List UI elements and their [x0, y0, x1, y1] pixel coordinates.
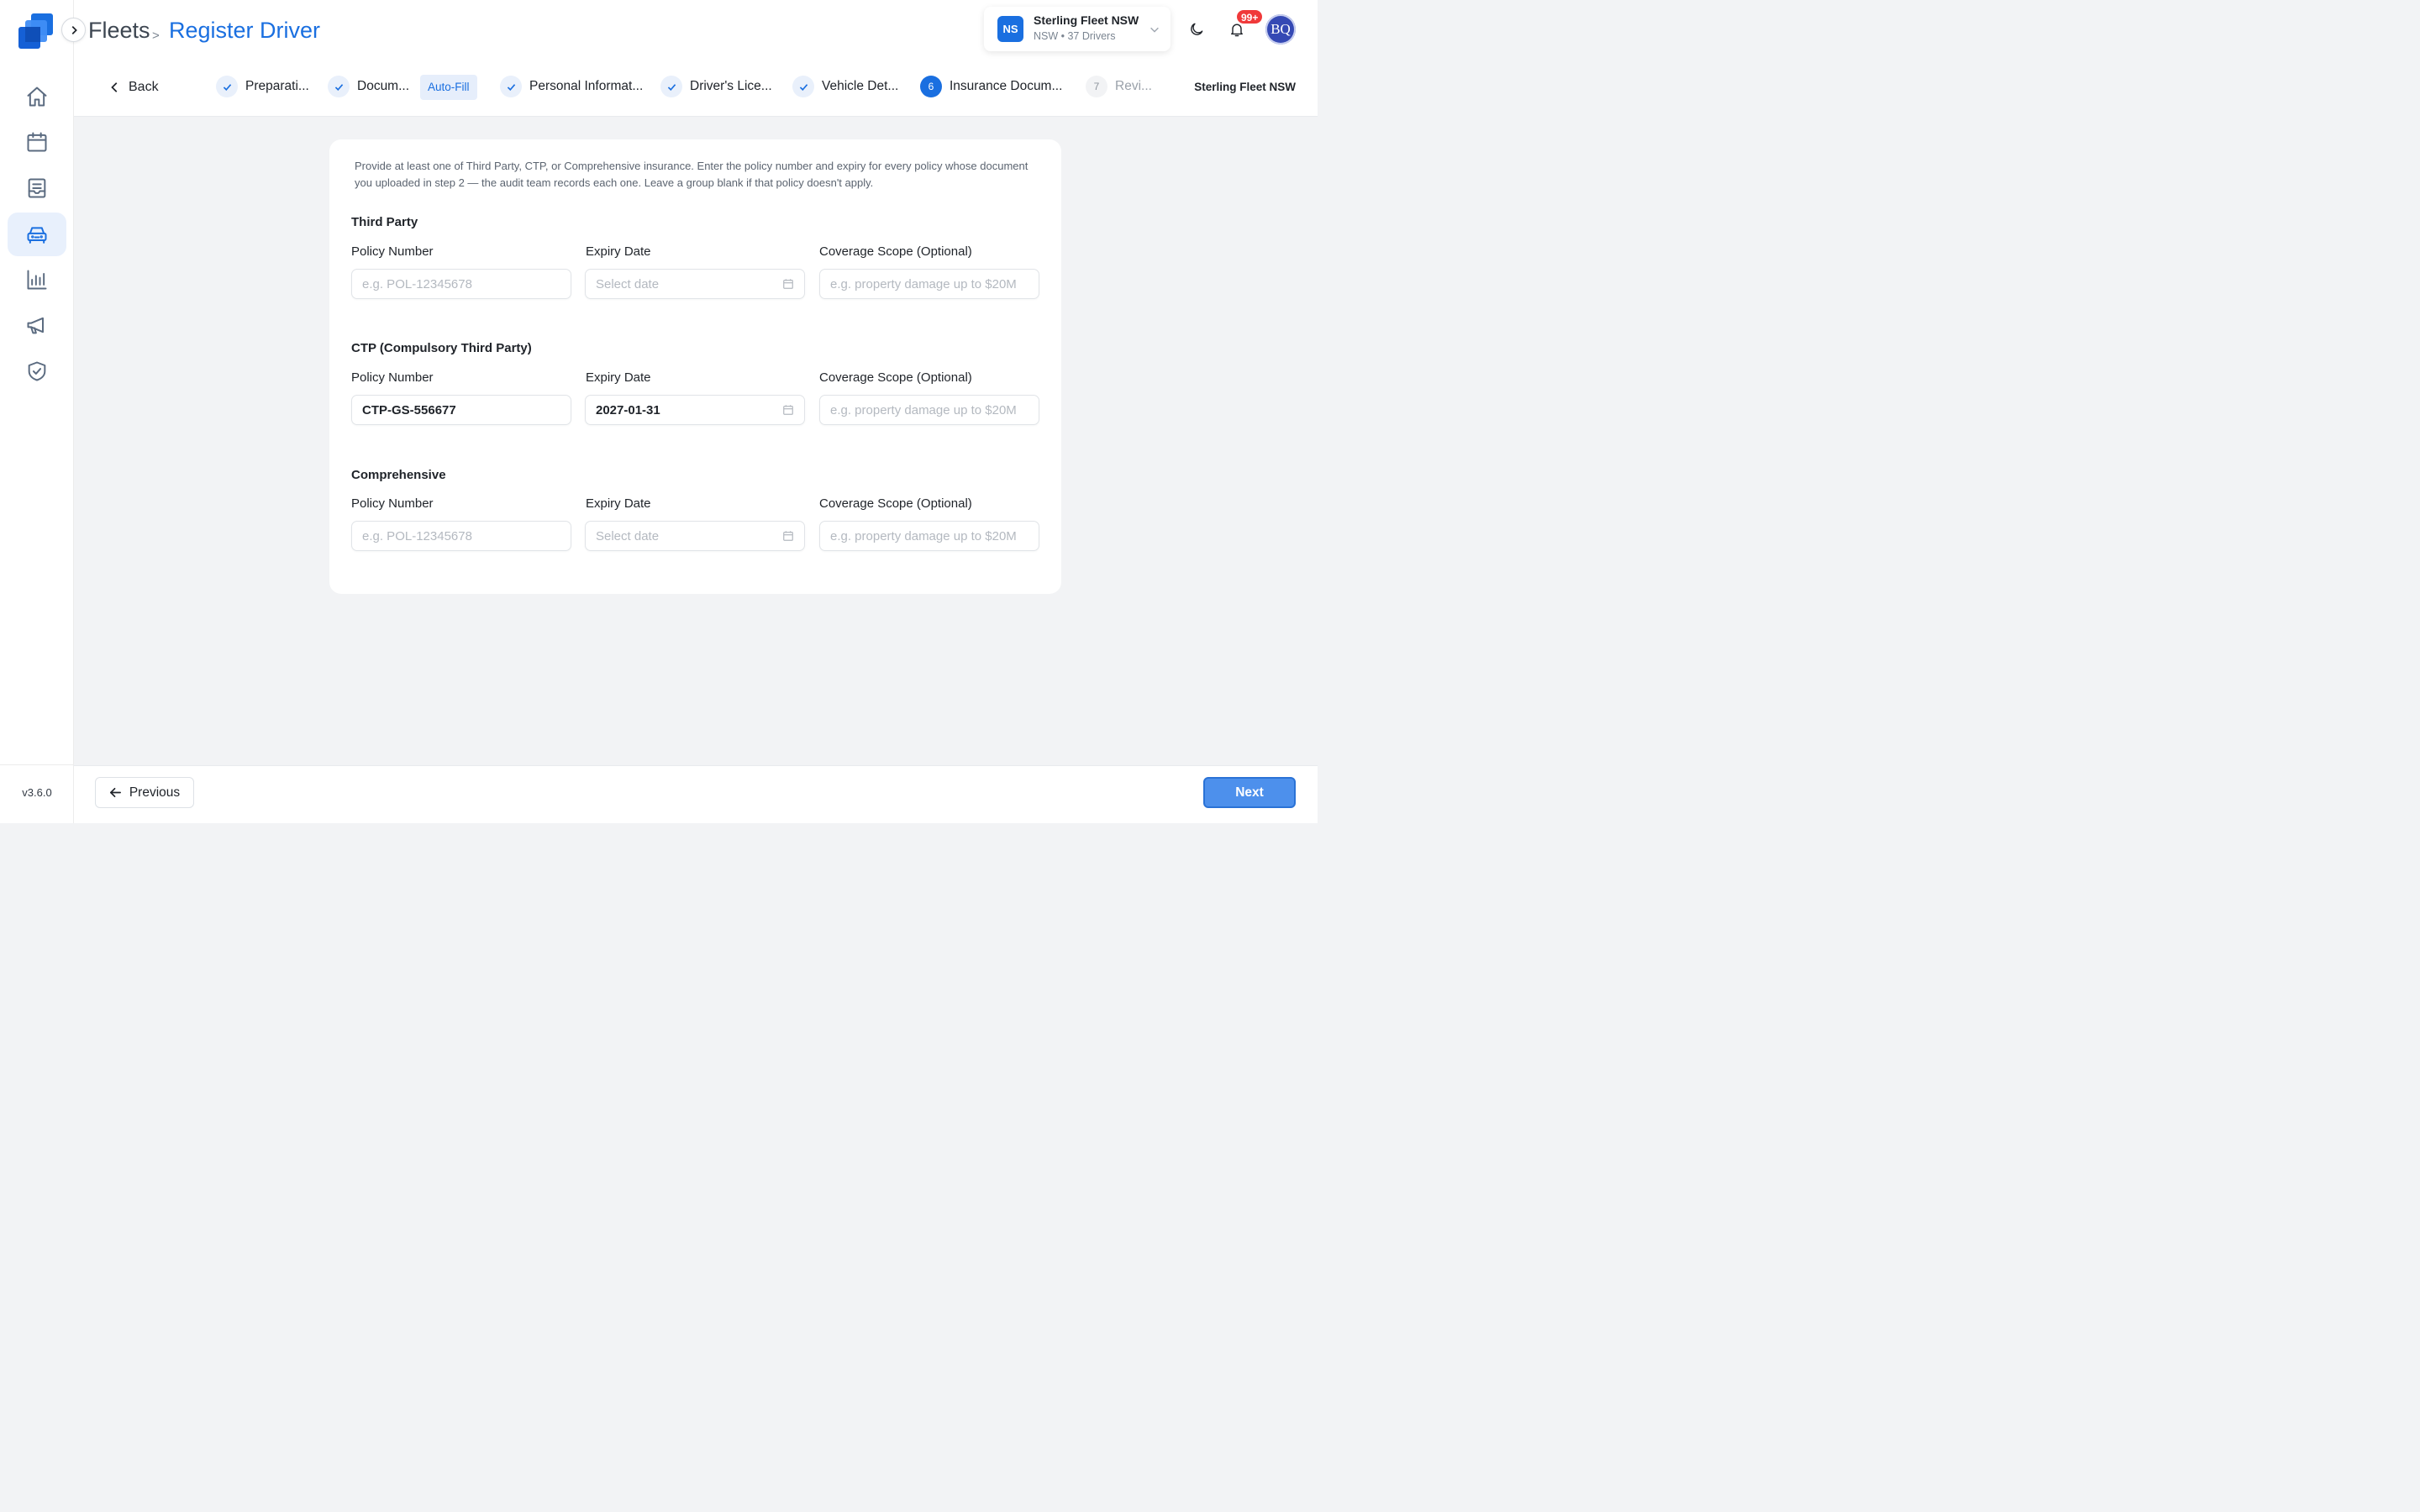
previous-label: Previous — [129, 785, 181, 800]
fleet-avatar: NS — [997, 16, 1023, 42]
breadcrumb-fleets[interactable]: Fleets — [88, 15, 150, 45]
coverage-scope-label: Coverage Scope (Optional) — [819, 496, 972, 511]
page-title: Register Driver — [169, 18, 321, 43]
sidebar-divider — [0, 764, 74, 765]
policy-number-label: Policy Number — [351, 496, 434, 511]
fleet-switcher[interactable]: NS Sterling Fleet NSW NSW • 37 Drivers — [984, 7, 1171, 51]
ctp-expiry-date-input[interactable] — [585, 395, 805, 425]
group-title-comprehensive: Comprehensive — [351, 468, 446, 482]
arrow-left-icon — [109, 787, 121, 798]
sidebar-toggle-button[interactable] — [61, 18, 86, 42]
fleet-subtitle: NSW • 37 Drivers — [1034, 30, 1116, 42]
back-button[interactable]: Back — [109, 80, 159, 95]
ctp-coverage-scope-input[interactable] — [819, 395, 1039, 425]
user-avatar[interactable]: BQ — [1265, 14, 1296, 45]
insurance-form-card: Provide at least one of Third Party, CTP… — [329, 139, 1061, 594]
ctp-expiry-date-picker[interactable] — [585, 395, 805, 425]
step-personal-information[interactable]: Personal Informat... — [500, 75, 643, 98]
comprehensive-coverage-scope-input[interactable] — [819, 521, 1039, 551]
home-icon — [27, 87, 47, 107]
step-number: 7 — [1086, 76, 1107, 97]
comprehensive-policy-number-input[interactable] — [351, 521, 571, 551]
chevron-down-icon — [1150, 27, 1159, 33]
expiry-date-label: Expiry Date — [586, 244, 651, 259]
bar-chart-icon — [27, 270, 47, 290]
expiry-date-label: Expiry Date — [586, 370, 651, 385]
stepper-bar: Back Preparati... Docum... Auto-Fill Per… — [74, 64, 1318, 117]
next-button[interactable]: Next — [1203, 777, 1296, 808]
moon-icon — [1191, 23, 1203, 35]
app-logo[interactable] — [16, 12, 56, 52]
nav-calendar[interactable] — [8, 120, 66, 164]
auto-fill-button[interactable]: Auto-Fill — [420, 75, 477, 100]
third-party-expiry-date-picker[interactable] — [585, 269, 805, 299]
nav-announcements[interactable] — [8, 303, 66, 347]
step-number: 6 — [920, 76, 942, 97]
step-label: Insurance Docum... — [950, 79, 1063, 93]
step-label: Driver's Lice... — [690, 79, 772, 93]
top-bar: Fleets > Register Driver NS Sterling Fle… — [74, 0, 1318, 64]
step-label: Personal Informat... — [529, 79, 644, 93]
nav-fleets[interactable] — [8, 213, 66, 256]
policy-number-label: Policy Number — [351, 244, 434, 259]
coverage-scope-label: Coverage Scope (Optional) — [819, 244, 972, 259]
car-icon — [27, 227, 47, 244]
check-icon — [792, 76, 814, 97]
group-title-ctp: CTP (Compulsory Third Party) — [351, 341, 532, 355]
app-version: v3.6.0 — [22, 786, 52, 799]
comprehensive-expiry-date-input[interactable] — [585, 521, 805, 551]
step-label: Revi... — [1115, 79, 1152, 93]
nav-home[interactable] — [8, 75, 66, 118]
nav-compliance[interactable] — [8, 349, 66, 393]
check-icon — [216, 76, 238, 97]
ctp-policy-number-input[interactable] — [351, 395, 571, 425]
sidebar: v3.6.0 — [0, 0, 74, 823]
form-footer: Previous Next — [74, 765, 1318, 823]
notification-badge: 99+ — [1236, 9, 1264, 24]
calendar-icon — [27, 132, 47, 152]
step-label: Vehicle Det... — [822, 79, 899, 93]
step-drivers-licence[interactable]: Driver's Lice... — [660, 75, 772, 98]
check-icon — [328, 76, 350, 97]
stepper-fleet-name: Sterling Fleet NSW — [1194, 81, 1296, 93]
step-preparation[interactable]: Preparati... — [216, 75, 309, 98]
third-party-policy-number-input[interactable] — [351, 269, 571, 299]
fleet-name: Sterling Fleet NSW — [1034, 13, 1139, 27]
step-label: Preparati... — [245, 79, 309, 93]
back-label: Back — [129, 80, 159, 94]
coverage-scope-label: Coverage Scope (Optional) — [819, 370, 972, 385]
step-label: Docum... — [357, 79, 410, 93]
third-party-expiry-date-input[interactable] — [585, 269, 805, 299]
shield-check-icon — [28, 361, 46, 381]
document-tray-icon — [28, 178, 46, 198]
third-party-coverage-scope-input[interactable] — [819, 269, 1039, 299]
step-vehicle-details[interactable]: Vehicle Det... — [792, 75, 898, 98]
megaphone-icon — [27, 317, 44, 334]
nav-documents[interactable] — [8, 166, 66, 210]
step-documents[interactable]: Docum... — [328, 75, 409, 98]
check-icon — [660, 76, 682, 97]
step-review[interactable]: 7 Revi... — [1086, 75, 1152, 98]
step-insurance-documents[interactable]: 6 Insurance Docum... — [920, 75, 1062, 98]
group-title-third-party: Third Party — [351, 215, 418, 229]
chevron-right-icon — [71, 25, 77, 34]
nav-analytics[interactable] — [8, 258, 66, 302]
breadcrumb-separator: > — [152, 29, 160, 43]
previous-button[interactable]: Previous — [95, 777, 194, 808]
form-intro: Provide at least one of Third Party, CTP… — [355, 160, 1028, 189]
chevron-left-icon — [111, 82, 118, 92]
policy-number-label: Policy Number — [351, 370, 434, 385]
expiry-date-label: Expiry Date — [586, 496, 651, 511]
theme-toggle-button[interactable] — [1183, 16, 1210, 43]
comprehensive-expiry-date-picker[interactable] — [585, 521, 805, 551]
check-icon — [500, 76, 522, 97]
